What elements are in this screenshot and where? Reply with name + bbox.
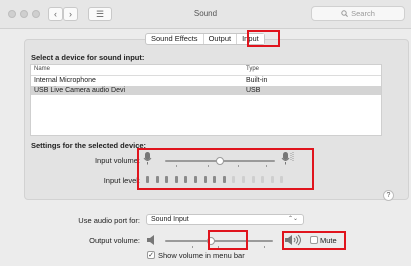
tick	[264, 246, 265, 248]
input-level-label: Input level:	[103, 176, 140, 185]
help-button[interactable]: ?	[383, 190, 394, 201]
speaker-low-icon	[147, 235, 154, 245]
device-name: USB Live Camera audio Devi	[34, 87, 126, 94]
show-volume-checkbox[interactable]: ✓	[147, 251, 155, 259]
search-placeholder: Search	[351, 9, 375, 18]
input-tab-highlight	[247, 30, 280, 47]
device-list-header: Name Type	[31, 65, 381, 76]
audio-port-value: Sound Input	[151, 216, 189, 223]
search-icon	[341, 10, 349, 17]
device-row-internal[interactable]: Internal Microphone Built-in	[31, 76, 381, 85]
device-name: Internal Microphone	[34, 77, 96, 84]
show-volume-label: Show volume in menu bar	[158, 251, 245, 260]
device-row-usb[interactable]: USB Live Camera audio Devi USB	[31, 86, 381, 95]
device-type: Built-in	[246, 77, 268, 84]
device-section-heading: Select a device for sound input:	[31, 53, 145, 62]
column-type[interactable]: Type	[246, 66, 259, 72]
input-settings-highlight	[137, 148, 314, 190]
tick	[192, 246, 193, 248]
audio-port-label: Use audio port for:	[78, 216, 140, 225]
mute-highlight	[282, 231, 346, 250]
input-volume-label: Input volume:	[94, 156, 140, 165]
title-bar: ‹ › ☰ Sound Search	[0, 0, 411, 29]
chevron-updown-icon: ⌃⌄	[287, 216, 298, 222]
output-slider-highlight	[208, 230, 248, 250]
column-name[interactable]: Name	[34, 66, 50, 72]
device-list[interactable]: Name Type Internal Microphone Built-in U…	[30, 64, 382, 136]
output-volume-label: Output volume:	[89, 236, 140, 245]
search-input[interactable]: Search	[311, 6, 405, 21]
settings-heading: Settings for the selected device:	[31, 141, 147, 150]
tab-output[interactable]: Output	[204, 34, 238, 44]
device-type: USB	[246, 87, 261, 94]
tab-sound-effects[interactable]: Sound Effects	[146, 34, 204, 44]
audio-port-select[interactable]: Sound Input ⌃⌄	[146, 214, 304, 225]
